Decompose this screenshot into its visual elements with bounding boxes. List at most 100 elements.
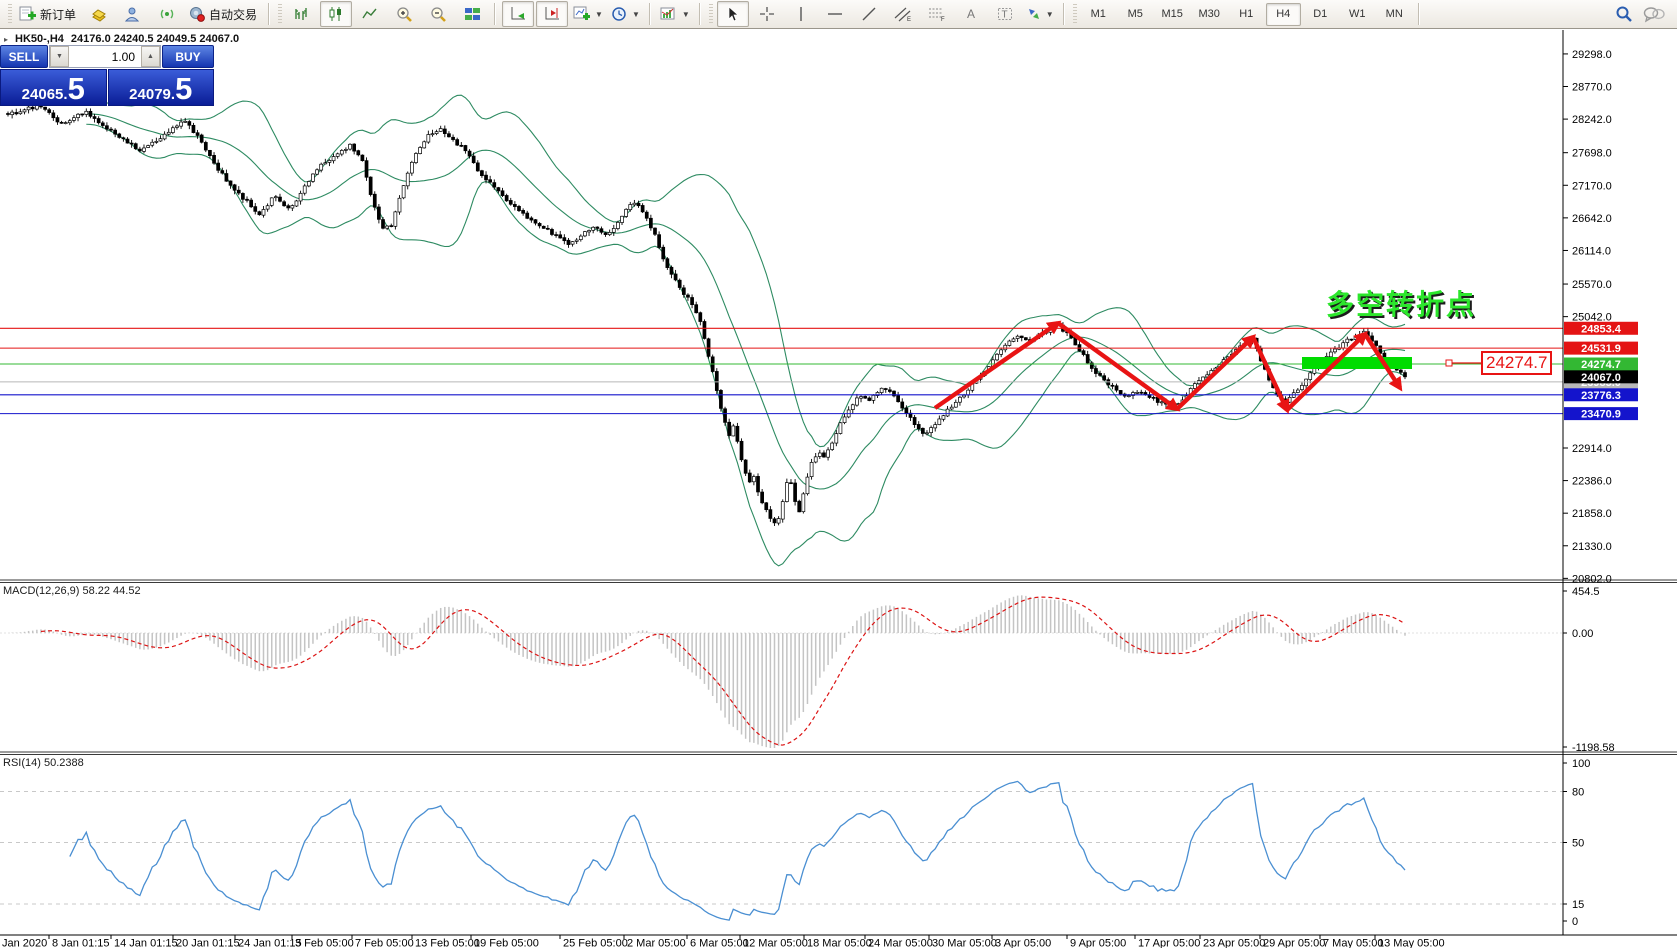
candle-body — [397, 197, 402, 213]
volume-input[interactable] — [69, 46, 141, 67]
candle-body — [253, 206, 258, 212]
time-label: 6 Mar 05:00 — [690, 938, 749, 948]
tab-timeframe-m15[interactable]: M15 — [1155, 3, 1190, 26]
indicators-button[interactable]: ▼ — [657, 1, 693, 27]
toolbar-grip[interactable] — [8, 4, 12, 24]
tab-timeframe-mn[interactable]: MN — [1377, 3, 1412, 26]
candle-body — [644, 211, 649, 219]
signals-button[interactable] — [151, 1, 183, 27]
tab-timeframe-m30[interactable]: M30 — [1192, 3, 1227, 26]
sell-price: 24065. — [21, 86, 68, 103]
candle-body — [1374, 340, 1379, 346]
tab-timeframe-w1[interactable]: W1 — [1340, 3, 1375, 26]
candle-body — [183, 121, 188, 123]
accounts-button[interactable] — [117, 1, 149, 27]
shapes-tool-button[interactable]: ▼ — [1023, 1, 1057, 27]
text-tool-button[interactable]: A — [955, 1, 987, 27]
candle-body — [434, 131, 439, 134]
tab-timeframe-d1[interactable]: D1 — [1303, 3, 1338, 26]
community-chat-icon[interactable] — [1643, 5, 1665, 23]
trendline-tool-button[interactable] — [853, 1, 885, 27]
annotation-text[interactable]: 多空转折点 — [1326, 283, 1476, 323]
candle-body — [517, 206, 521, 212]
candle-body — [1127, 395, 1131, 397]
symbol-marker-icon: ▸ — [4, 34, 9, 44]
candle-body — [595, 226, 600, 229]
profile-icon — [124, 7, 140, 22]
candle-body — [311, 173, 315, 182]
text-label-tool-button[interactable]: T — [989, 1, 1021, 27]
candle-body — [508, 200, 513, 205]
candle-body — [801, 493, 806, 513]
auto-scroll-icon — [511, 7, 525, 20]
channel-tool-button[interactable]: E — [887, 1, 919, 27]
candle-body — [14, 112, 19, 115]
candle-body — [949, 406, 954, 410]
toolbar-grip[interactable] — [1072, 4, 1077, 24]
tab-timeframe-m1[interactable]: M1 — [1081, 3, 1116, 26]
horizontal-line-tool-button[interactable] — [819, 1, 851, 27]
fibonacci-tool-button[interactable]: F — [921, 1, 953, 27]
cursor-tool-button[interactable] — [716, 1, 749, 27]
candle-body — [789, 482, 793, 485]
candle-body — [805, 476, 810, 495]
time-label: 29 Apr 05:00 — [1263, 938, 1325, 948]
candle-body — [236, 189, 241, 194]
candle-body — [492, 182, 497, 188]
candle-body — [187, 121, 192, 126]
tile-windows-button[interactable] — [456, 1, 488, 27]
candle-body — [430, 133, 435, 136]
autotrading-button[interactable]: 自动交易 — [185, 1, 262, 27]
candle-body — [249, 199, 253, 208]
candle-body — [484, 174, 488, 181]
chart-shift-button[interactable] — [536, 1, 569, 27]
candle-body — [438, 128, 443, 132]
candle-body — [1135, 392, 1139, 394]
candle-body — [537, 223, 542, 227]
zoom-in-button[interactable] — [388, 1, 420, 27]
green-zone-rect[interactable] — [1302, 357, 1412, 369]
sell-price-panel[interactable]: 24065. 5 — [0, 69, 107, 106]
market-button[interactable] — [83, 1, 115, 27]
sell-button[interactable]: SELL — [0, 45, 48, 68]
crosshair-tool-button[interactable] — [751, 1, 783, 27]
candle-body — [727, 421, 732, 436]
candle-body — [1024, 337, 1028, 341]
candle-body — [863, 396, 868, 399]
candle-body — [475, 162, 480, 172]
tab-timeframe-h1[interactable]: H1 — [1229, 3, 1264, 26]
candle-body — [768, 509, 773, 519]
candlestick-chart-button[interactable] — [320, 1, 353, 27]
new-chart-button[interactable]: ▼ — [570, 1, 606, 27]
buy-price-panel[interactable]: 24079. 5 — [107, 69, 214, 106]
buy-button[interactable]: BUY — [162, 45, 214, 68]
candle-body — [1081, 350, 1086, 355]
volume-decrease-button[interactable]: ▼ — [50, 46, 69, 67]
time-label: 3 Feb 05:00 — [295, 938, 354, 948]
auto-scroll-button[interactable] — [502, 1, 535, 27]
line-chart-button[interactable] — [354, 1, 386, 27]
new-order-icon — [19, 6, 36, 21]
trend-arrow[interactable] — [1285, 331, 1369, 412]
price-tick-label: 27170.0 — [1572, 180, 1612, 192]
new-order-button[interactable]: 新订单 — [16, 1, 81, 27]
candle-body — [764, 502, 769, 511]
chart-shift-icon — [545, 7, 559, 20]
time-label: 12 Mar 05:00 — [743, 938, 808, 948]
indicators-icon — [660, 7, 675, 20]
vertical-line-tool-button[interactable] — [785, 1, 817, 27]
price-label[interactable]: 24274.7 — [1481, 351, 1553, 375]
candle-body — [793, 482, 797, 502]
bar-chart-button[interactable] — [286, 1, 318, 27]
periods-button[interactable]: ▼ — [608, 1, 643, 27]
toolbar-grip[interactable] — [278, 4, 283, 24]
toolbar-grip[interactable] — [708, 4, 713, 24]
search-icon[interactable] — [1615, 5, 1633, 23]
tab-timeframe-h4[interactable]: H4 — [1265, 2, 1301, 26]
candle-body — [797, 500, 802, 513]
zoom-out-button[interactable] — [422, 1, 454, 27]
tab-timeframe-m5[interactable]: M5 — [1118, 3, 1153, 26]
candle-body — [327, 160, 332, 163]
volume-increase-button[interactable]: ▲ — [141, 46, 160, 67]
trend-arrow[interactable] — [1056, 321, 1181, 412]
